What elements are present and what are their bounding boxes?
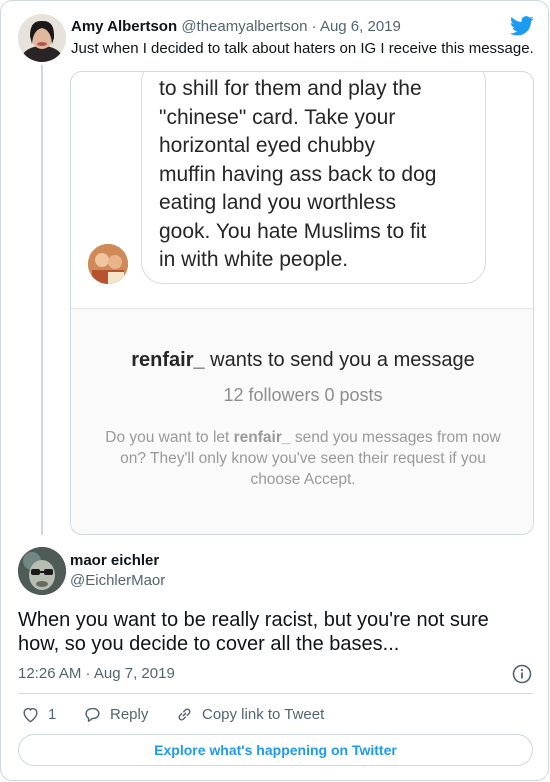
parent-author-avatar[interactable]: [18, 14, 66, 62]
main-tweet-text: When you want to be really racist, but y…: [18, 609, 489, 655]
parent-author-name[interactable]: Amy Albertson: [71, 18, 177, 35]
parent-tweet-header: Amy Albertson @theamyalbertson · Aug 6, …: [71, 17, 401, 36]
parent-tweet-text: Just when I decided to talk about haters…: [71, 40, 534, 57]
dm-message-text: to shill for them and play the "chinese"…: [159, 77, 437, 271]
reply-button[interactable]: Reply: [83, 705, 148, 724]
dm-request-username: renfair_: [131, 349, 205, 371]
heart-icon: [23, 707, 38, 723]
main-author-name[interactable]: maor eichler: [70, 552, 159, 569]
tweet-divider: [18, 693, 533, 694]
dm-request-body: Do you want to let renfair_ send you mes…: [101, 427, 505, 490]
copy-link-button[interactable]: Copy link to Tweet: [175, 705, 324, 724]
dm-request-panel: renfair_ wants to send you a message 12 …: [71, 308, 533, 534]
like-button[interactable]: 1: [21, 705, 56, 724]
twitter-bird-icon[interactable]: [509, 16, 534, 36]
dm-request-body-username: renfair_: [233, 429, 291, 446]
dm-message-area: to shill for them and play the "chinese"…: [71, 72, 533, 308]
dm-request-stats: 12 followers 0 posts: [223, 385, 383, 405]
main-tweet-timestamp[interactable]: 12:26 AM · Aug 7, 2019: [18, 665, 175, 682]
reply-label: Reply: [110, 706, 149, 723]
link-icon: [178, 708, 191, 721]
dm-request-title-suffix: wants to send you a message: [204, 349, 475, 371]
dm-request-body-prefix: Do you want to let: [105, 429, 234, 446]
explore-twitter-button[interactable]: Explore what's happening on Twitter: [18, 734, 533, 766]
main-author-avatar[interactable]: [18, 547, 66, 595]
dm-sender-avatar: [88, 244, 128, 284]
copy-link-label: Copy link to Tweet: [202, 706, 325, 723]
parent-author-handle[interactable]: @theamyalbertson: [181, 18, 307, 35]
header-separator: ·: [307, 18, 320, 35]
parent-tweet-date[interactable]: Aug 6, 2019: [320, 18, 401, 35]
like-count: 1: [48, 706, 57, 723]
thread-connector-line: [41, 65, 43, 535]
embedded-tweet-card: Amy Albertson @theamyalbertson · Aug 6, …: [0, 0, 549, 781]
dm-request-title: renfair_ wants to send you a message: [71, 349, 533, 372]
tweet-media-screenshot[interactable]: to shill for them and play the "chinese"…: [70, 71, 534, 535]
speech-bubble-icon: [85, 707, 100, 722]
info-icon[interactable]: [512, 664, 532, 684]
main-author-handle[interactable]: @EichlerMaor: [70, 572, 165, 589]
